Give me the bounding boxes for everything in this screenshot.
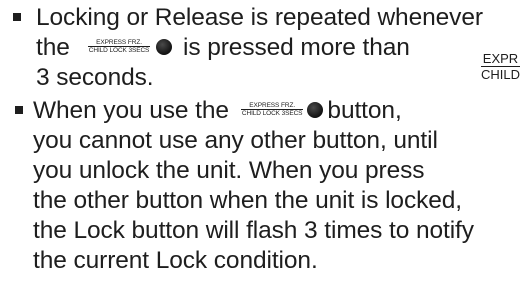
bullet2-line6: the current Lock condition.	[33, 246, 318, 276]
bullet1-line2-pre: the	[36, 34, 70, 61]
bullet2-line6-text: the current Lock condition.	[33, 247, 318, 274]
child-lock-button-icon	[156, 38, 173, 55]
express-frz-child-lock-label-2: EXPRESS FRZ. CHILD LOCK 3SECS	[240, 102, 304, 118]
express-frz-child-lock-label: EXPRESS FRZ. CHILD LOCK 3SECS	[87, 39, 151, 55]
child-lock-button-icon-2	[307, 101, 324, 118]
side-label-bottom: CHILD	[481, 67, 521, 82]
bullet2-line3-text: you unlock the unit. When you press	[33, 157, 425, 184]
button-label-top: EXPRESS FRZ.	[87, 39, 151, 48]
bullet1-line2-post: is pressed more than	[183, 34, 410, 61]
bullet2-line1-post: button,	[327, 97, 402, 124]
bullet2-line2-text: you cannot use any other button, until	[33, 127, 438, 154]
bullet1-line1: Locking or Release is repeated whenever	[36, 3, 483, 33]
button-label-top-2: EXPRESS FRZ.	[240, 102, 304, 111]
bullet2-line1: When you use the EXPRESS FRZ. CHILD LOCK 3…	[33, 96, 402, 126]
bullet1-line3-text: 3 seconds.	[36, 64, 154, 91]
bullet2-line1-pre: When you use the	[33, 97, 229, 124]
bullet2-line5: the Lock button will flash 3 times to no…	[33, 216, 474, 246]
bullet2-line4: the other button when the unit is locked…	[33, 186, 462, 216]
side-button-label: EXPR CHILD	[481, 51, 521, 82]
bullet1-line3: 3 seconds.	[36, 63, 154, 93]
button-label-bottom-2: CHILD LOCK 3SECS	[241, 110, 303, 118]
bullet1-line2: the EXPRESS FRZ. CHILD LOCK 3SECS is press…	[36, 33, 410, 63]
bullet2-line2: you cannot use any other button, until	[33, 126, 438, 156]
bullet-marker-1	[13, 13, 21, 21]
bullet2-line3: you unlock the unit. When you press	[33, 156, 425, 186]
bullet2-line4-text: the other button when the unit is locked…	[33, 187, 463, 214]
bullet-marker-2	[15, 106, 23, 114]
bullet2-line5-text: the Lock button will flash 3 times to no…	[33, 217, 474, 244]
bullet1-line1-text: Locking or Release is repeated whenever	[36, 4, 483, 31]
side-label-top: EXPR	[481, 51, 521, 67]
button-label-bottom: CHILD LOCK 3SECS	[88, 47, 150, 55]
